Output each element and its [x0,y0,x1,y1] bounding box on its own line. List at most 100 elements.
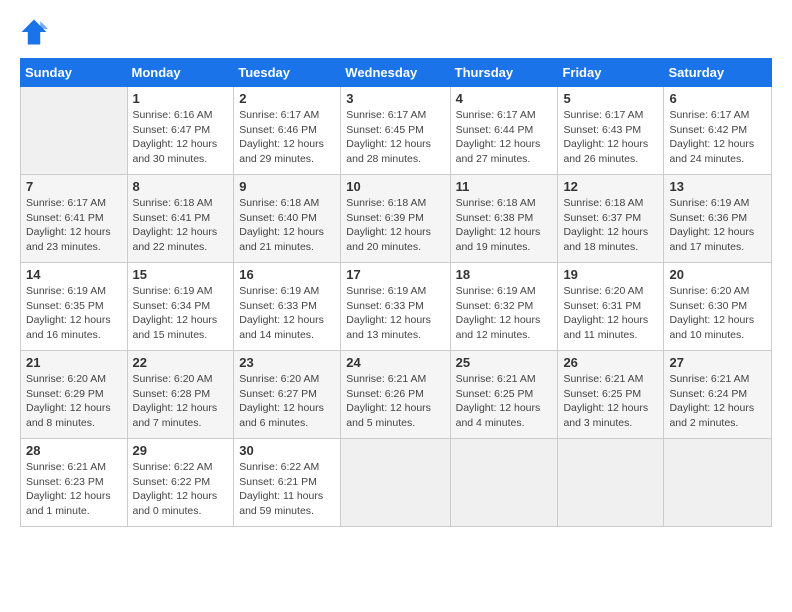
calendar-cell: 8 Sunrise: 6:18 AMSunset: 6:41 PMDaylight… [127,175,234,263]
day-detail: Sunrise: 6:20 AMSunset: 6:29 PMDaylight:… [26,372,122,431]
calendar-cell: 29 Sunrise: 6:22 AMSunset: 6:22 PMDayligh… [127,439,234,527]
calendar-week-1: 1 Sunrise: 6:16 AMSunset: 6:47 PMDaylight… [21,87,772,175]
day-number: 30 [239,443,335,458]
day-detail: Sunrise: 6:17 AMSunset: 6:42 PMDaylight:… [669,108,766,167]
day-detail: Sunrise: 6:19 AMSunset: 6:34 PMDaylight:… [133,284,229,343]
calendar-cell: 27 Sunrise: 6:21 AMSunset: 6:24 PMDayligh… [664,351,772,439]
day-detail: Sunrise: 6:18 AMSunset: 6:41 PMDaylight:… [133,196,229,255]
day-number: 15 [133,267,229,282]
day-number: 26 [563,355,658,370]
calendar-table: SundayMondayTuesdayWednesdayThursdayFrid… [20,58,772,527]
day-number: 25 [456,355,553,370]
col-header-thursday: Thursday [450,59,558,87]
day-number: 13 [669,179,766,194]
day-detail: Sunrise: 6:17 AMSunset: 6:46 PMDaylight:… [239,108,335,167]
day-number: 21 [26,355,122,370]
day-number: 7 [26,179,122,194]
day-number: 27 [669,355,766,370]
calendar-cell: 23Sunrise: 6:20 AMSunset: 6:27 PMDayligh… [234,351,341,439]
day-detail: Sunrise: 6:21 AMSunset: 6:25 PMDaylight:… [563,372,658,431]
day-detail: Sunrise: 6:18 AMSunset: 6:37 PMDaylight:… [563,196,658,255]
day-number: 9 [239,179,335,194]
calendar-cell [450,439,558,527]
calendar-cell: 11Sunrise: 6:18 AMSunset: 6:38 PMDayligh… [450,175,558,263]
day-detail: Sunrise: 6:22 AMSunset: 6:22 PMDaylight:… [133,460,229,519]
calendar-cell: 12 Sunrise: 6:18 AMSunset: 6:37 PMDayligh… [558,175,664,263]
day-detail: Sunrise: 6:20 AMSunset: 6:30 PMDaylight:… [669,284,766,343]
day-number: 8 [133,179,229,194]
calendar-header-row: SundayMondayTuesdayWednesdayThursdayFrid… [21,59,772,87]
day-number: 1 [133,91,229,106]
day-number: 20 [669,267,766,282]
day-detail: Sunrise: 6:17 AMSunset: 6:41 PMDaylight:… [26,196,122,255]
day-number: 6 [669,91,766,106]
day-number: 14 [26,267,122,282]
day-detail: Sunrise: 6:19 AMSunset: 6:33 PMDaylight:… [239,284,335,343]
col-header-friday: Friday [558,59,664,87]
col-header-saturday: Saturday [664,59,772,87]
day-number: 23 [239,355,335,370]
day-number: 19 [563,267,658,282]
calendar-cell: 25 Sunrise: 6:21 AMSunset: 6:25 PMDayligh… [450,351,558,439]
day-number: 29 [133,443,229,458]
day-number: 4 [456,91,553,106]
calendar-cell: 20 Sunrise: 6:20 AMSunset: 6:30 PMDayligh… [664,263,772,351]
calendar-week-4: 21 Sunrise: 6:20 AMSunset: 6:29 PMDayligh… [21,351,772,439]
day-detail: Sunrise: 6:17 AMSunset: 6:45 PMDaylight:… [346,108,444,167]
calendar-cell: 1 Sunrise: 6:16 AMSunset: 6:47 PMDaylight… [127,87,234,175]
col-header-monday: Monday [127,59,234,87]
calendar-cell: 26 Sunrise: 6:21 AMSunset: 6:25 PMDayligh… [558,351,664,439]
day-detail: Sunrise: 6:21 AMSunset: 6:23 PMDaylight:… [26,460,122,519]
calendar-cell: 2 Sunrise: 6:17 AMSunset: 6:46 PMDaylight… [234,87,341,175]
logo [20,18,52,46]
day-number: 11 [456,179,553,194]
calendar-cell [21,87,128,175]
day-detail: Sunrise: 6:19 AMSunset: 6:33 PMDaylight:… [346,284,444,343]
day-number: 18 [456,267,553,282]
day-detail: Sunrise: 6:17 AMSunset: 6:43 PMDaylight:… [563,108,658,167]
day-detail: Sunrise: 6:21 AMSunset: 6:26 PMDaylight:… [346,372,444,431]
calendar-cell: 9Sunrise: 6:18 AMSunset: 6:40 PMDaylight… [234,175,341,263]
calendar-cell: 7 Sunrise: 6:17 AMSunset: 6:41 PMDaylight… [21,175,128,263]
day-detail: Sunrise: 6:21 AMSunset: 6:24 PMDaylight:… [669,372,766,431]
col-header-sunday: Sunday [21,59,128,87]
day-number: 28 [26,443,122,458]
calendar-cell: 10 Sunrise: 6:18 AMSunset: 6:39 PMDayligh… [341,175,450,263]
calendar-cell: 17 Sunrise: 6:19 AMSunset: 6:33 PMDayligh… [341,263,450,351]
day-detail: Sunrise: 6:18 AMSunset: 6:39 PMDaylight:… [346,196,444,255]
calendar-cell [558,439,664,527]
calendar-cell: 14 Sunrise: 6:19 AMSunset: 6:35 PMDayligh… [21,263,128,351]
header [20,18,772,46]
day-number: 3 [346,91,444,106]
calendar-cell: 16Sunrise: 6:19 AMSunset: 6:33 PMDayligh… [234,263,341,351]
logo-icon [20,18,48,46]
day-number: 24 [346,355,444,370]
calendar-cell: 22Sunrise: 6:20 AMSunset: 6:28 PMDayligh… [127,351,234,439]
day-number: 17 [346,267,444,282]
calendar-week-2: 7 Sunrise: 6:17 AMSunset: 6:41 PMDaylight… [21,175,772,263]
day-number: 5 [563,91,658,106]
calendar-cell: 3 Sunrise: 6:17 AMSunset: 6:45 PMDaylight… [341,87,450,175]
day-number: 10 [346,179,444,194]
col-header-tuesday: Tuesday [234,59,341,87]
day-detail: Sunrise: 6:20 AMSunset: 6:31 PMDaylight:… [563,284,658,343]
calendar-cell: 15 Sunrise: 6:19 AMSunset: 6:34 PMDayligh… [127,263,234,351]
day-detail: Sunrise: 6:21 AMSunset: 6:25 PMDaylight:… [456,372,553,431]
calendar-week-5: 28 Sunrise: 6:21 AMSunset: 6:23 PMDayligh… [21,439,772,527]
day-number: 2 [239,91,335,106]
calendar-week-3: 14 Sunrise: 6:19 AMSunset: 6:35 PMDayligh… [21,263,772,351]
col-header-wednesday: Wednesday [341,59,450,87]
day-detail: Sunrise: 6:20 AMSunset: 6:28 PMDaylight:… [133,372,229,431]
day-detail: Sunrise: 6:17 AMSunset: 6:44 PMDaylight:… [456,108,553,167]
calendar-cell: 18 Sunrise: 6:19 AMSunset: 6:32 PMDayligh… [450,263,558,351]
day-number: 12 [563,179,658,194]
calendar-cell: 13 Sunrise: 6:19 AMSunset: 6:36 PMDayligh… [664,175,772,263]
calendar-cell: 30Sunrise: 6:22 AMSunset: 6:21 PMDayligh… [234,439,341,527]
day-detail: Sunrise: 6:19 AMSunset: 6:32 PMDaylight:… [456,284,553,343]
calendar-cell [341,439,450,527]
calendar-cell: 5 Sunrise: 6:17 AMSunset: 6:43 PMDaylight… [558,87,664,175]
day-detail: Sunrise: 6:16 AMSunset: 6:47 PMDaylight:… [133,108,229,167]
calendar-cell: 19 Sunrise: 6:20 AMSunset: 6:31 PMDayligh… [558,263,664,351]
day-detail: Sunrise: 6:19 AMSunset: 6:36 PMDaylight:… [669,196,766,255]
day-detail: Sunrise: 6:19 AMSunset: 6:35 PMDaylight:… [26,284,122,343]
